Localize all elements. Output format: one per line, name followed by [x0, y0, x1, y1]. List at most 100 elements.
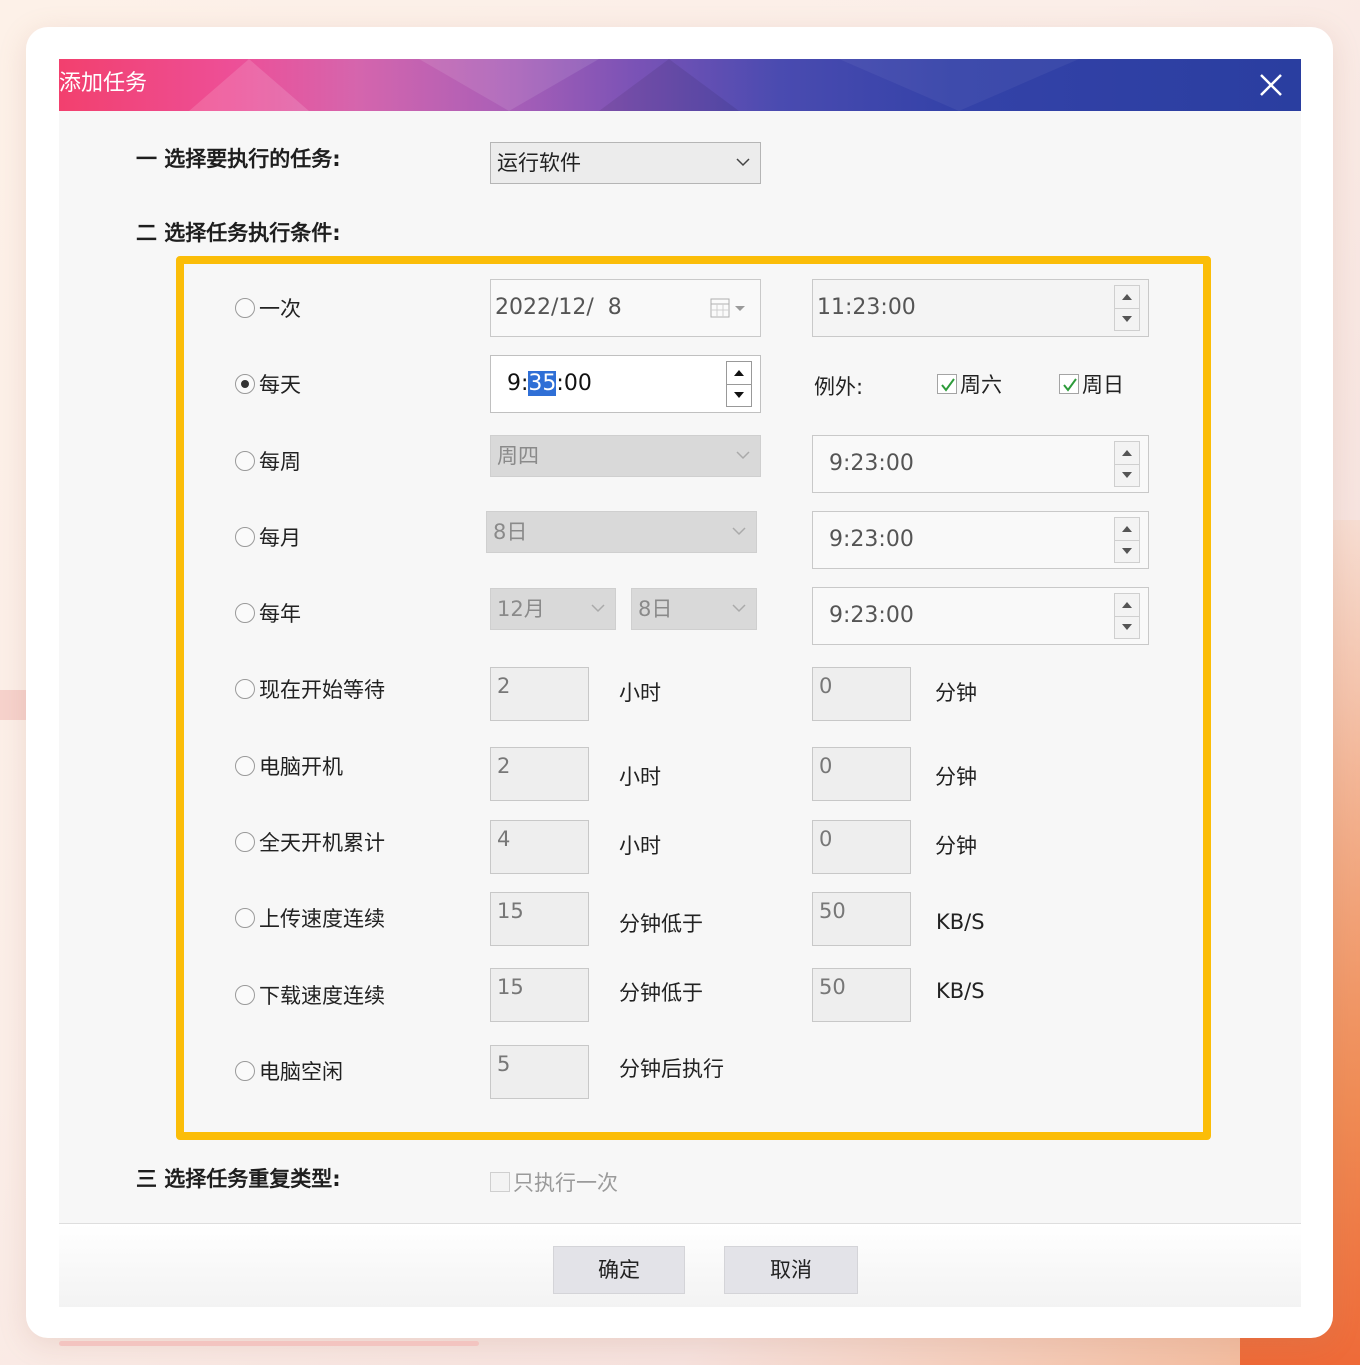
radio-wait-label: 现在开始等待 — [259, 678, 385, 702]
titlebar-decoration — [839, 59, 1079, 111]
yearly-day-value: 8日 — [638, 597, 673, 621]
weekly-time-value: 9:23:00 — [829, 451, 914, 476]
radio-circle[interactable] — [235, 908, 255, 928]
radio-idle-label: 电脑空闲 — [259, 1060, 343, 1084]
time-spin-buttons[interactable] — [726, 361, 752, 407]
boot-minutes-unit: 分钟 — [935, 765, 977, 789]
once-time-spinner[interactable]: 11:23:00 — [812, 279, 1149, 337]
upload-minutes-unit: 分钟低于 — [619, 912, 703, 936]
radio-once-label: 一次 — [259, 297, 301, 321]
radio-uptime[interactable]: 全天开机累计 — [235, 827, 385, 857]
radio-upload[interactable]: 上传速度连续 — [235, 903, 385, 933]
radio-monthly[interactable]: 每月 — [235, 522, 301, 552]
radio-daily[interactable]: 每天 — [235, 369, 301, 399]
ok-button[interactable]: 确定 — [553, 1246, 685, 1294]
radio-uptime-label: 全天开机累计 — [259, 831, 385, 855]
monthly-time-value: 9:23:00 — [829, 527, 914, 552]
upload-speed-input[interactable]: 50 — [812, 892, 911, 946]
monthly-day-value: 8日 — [493, 520, 528, 544]
daily-time-minute-selected[interactable]: 35 — [528, 371, 557, 396]
uptime-hours-unit: 小时 — [619, 834, 661, 858]
time-spin-buttons[interactable] — [1114, 285, 1140, 331]
download-speed-input[interactable]: 50 — [812, 968, 911, 1022]
once-time-value: 11:23:00 — [817, 295, 916, 320]
yearly-day-select: 8日 — [631, 588, 757, 630]
time-spin-buttons[interactable] — [1114, 441, 1140, 487]
checkmark-icon — [941, 378, 955, 392]
dialog-title: 添加任务 — [59, 71, 148, 96]
yearly-month-value: 12月 — [497, 597, 545, 621]
checkbox-saturday[interactable]: 周六 — [937, 369, 1002, 399]
time-spin-buttons[interactable] — [1114, 593, 1140, 639]
checkbox-box[interactable] — [1059, 374, 1079, 394]
cancel-button[interactable]: 取消 — [724, 1246, 858, 1294]
close-icon — [1260, 74, 1282, 96]
idle-minutes-input[interactable]: 5 — [490, 1045, 589, 1099]
chevron-down-icon — [736, 451, 750, 460]
daily-time-spinner[interactable]: 9:35:00 — [490, 355, 761, 413]
wait-minutes-input[interactable]: 0 — [812, 667, 911, 721]
boot-minutes-input[interactable]: 0 — [812, 747, 911, 801]
radio-circle[interactable] — [235, 451, 255, 471]
chevron-down-icon — [736, 158, 750, 167]
radio-circle[interactable] — [235, 603, 255, 623]
radio-idle[interactable]: 电脑空闲 — [235, 1056, 343, 1086]
dialog-titlebar[interactable]: 添加任务 — [59, 59, 1301, 111]
radio-circle[interactable] — [235, 832, 255, 852]
radio-download[interactable]: 下载速度连续 — [235, 980, 385, 1010]
close-button[interactable] — [1253, 67, 1289, 103]
monthly-day-select: 8日 — [486, 511, 757, 553]
radio-circle[interactable] — [235, 679, 255, 699]
upload-minutes-input[interactable]: 15 — [490, 892, 589, 946]
task-type-value: 运行软件 — [497, 151, 581, 175]
checkbox-sunday[interactable]: 周日 — [1059, 369, 1124, 399]
radio-once[interactable]: 一次 — [235, 293, 301, 323]
checkbox-sunday-label: 周日 — [1082, 373, 1124, 397]
once-date-picker[interactable]: 2022/12/ 8 — [490, 279, 761, 337]
download-minutes-unit: 分钟低于 — [619, 981, 703, 1005]
checkbox-box — [490, 1172, 510, 1192]
once-date-value: 2022/12/ 8 — [495, 295, 622, 320]
checkmark-icon — [1063, 378, 1077, 392]
titlebar-decoration — [189, 59, 309, 111]
radio-upload-label: 上传速度连续 — [259, 907, 385, 931]
upload-speed-unit: KB/S — [936, 910, 985, 934]
download-minutes-input[interactable]: 15 — [490, 968, 589, 1022]
daily-time-hour: 9: — [507, 371, 529, 396]
radio-circle[interactable] — [235, 374, 255, 394]
idle-minutes-unit: 分钟后执行 — [619, 1057, 724, 1081]
calendar-icon[interactable] — [710, 298, 748, 320]
weekly-time-spinner[interactable]: 9:23:00 — [812, 435, 1149, 493]
wait-hours-unit: 小时 — [619, 681, 661, 705]
radio-circle[interactable] — [235, 985, 255, 1005]
radio-weekly[interactable]: 每周 — [235, 446, 301, 476]
exception-label: 例外: — [814, 375, 864, 399]
radio-circle[interactable] — [235, 527, 255, 547]
radio-circle[interactable] — [235, 756, 255, 776]
time-spin-buttons[interactable] — [1114, 517, 1140, 563]
checkbox-box[interactable] — [937, 374, 957, 394]
radio-boot[interactable]: 电脑开机 — [235, 751, 343, 781]
boot-hours-input[interactable]: 2 — [490, 747, 589, 801]
checkbox-saturday-label: 周六 — [960, 373, 1002, 397]
uptime-minutes-input[interactable]: 0 — [812, 820, 911, 874]
card-underline — [59, 1341, 479, 1346]
radio-circle[interactable] — [235, 298, 255, 318]
section2-label: 二 选择任务执行条件: — [136, 221, 341, 245]
radio-circle[interactable] — [235, 1061, 255, 1081]
titlebar-decoration — [419, 59, 599, 111]
yearly-time-value: 9:23:00 — [829, 603, 914, 628]
download-speed-unit: KB/S — [936, 979, 985, 1003]
section3-label: 三 选择任务重复类型: — [136, 1167, 341, 1191]
chevron-down-icon — [732, 604, 746, 613]
checkbox-once-only-label: 只执行一次 — [513, 1171, 618, 1195]
monthly-time-spinner[interactable]: 9:23:00 — [812, 511, 1149, 569]
wait-hours-input[interactable]: 2 — [490, 667, 589, 721]
radio-daily-label: 每天 — [259, 373, 301, 397]
uptime-hours-input[interactable]: 4 — [490, 820, 589, 874]
task-type-select[interactable]: 运行软件 — [490, 142, 761, 184]
radio-download-label: 下载速度连续 — [259, 984, 385, 1008]
radio-yearly[interactable]: 每年 — [235, 598, 301, 628]
yearly-time-spinner[interactable]: 9:23:00 — [812, 587, 1149, 645]
radio-wait[interactable]: 现在开始等待 — [235, 674, 385, 704]
